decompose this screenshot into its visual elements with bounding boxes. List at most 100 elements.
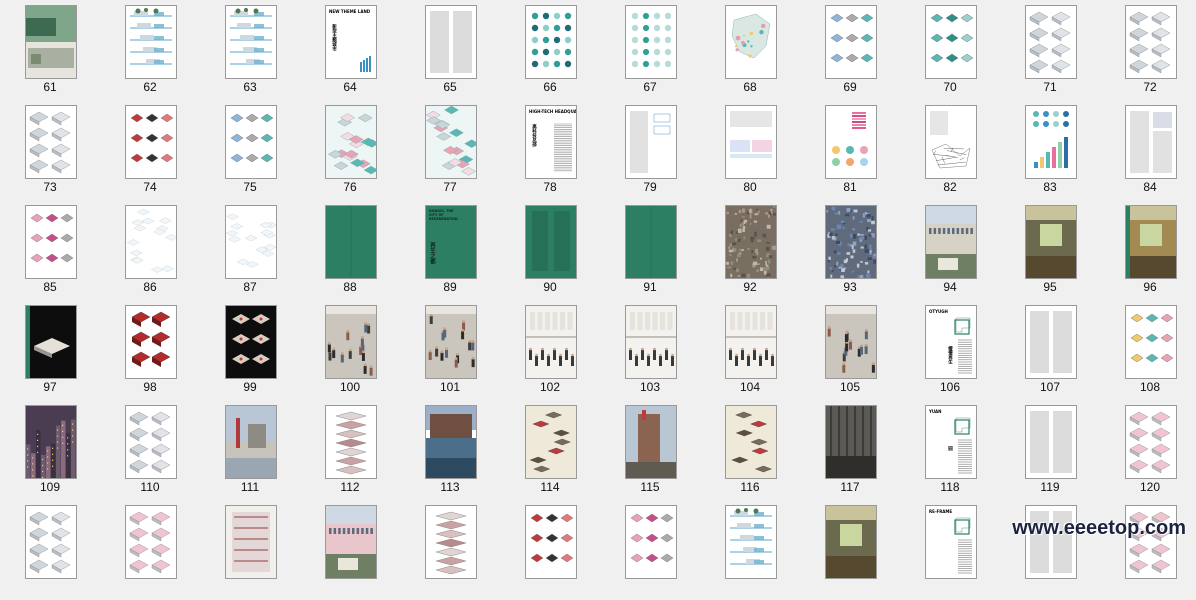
page-thumbnail[interactable]: 112 — [300, 400, 400, 500]
thumbnail-image[interactable] — [25, 105, 77, 179]
thumbnail-image[interactable] — [725, 505, 777, 579]
thumbnail-image[interactable] — [25, 405, 77, 479]
thumbnail-image[interactable] — [1025, 305, 1077, 379]
page-thumbnail[interactable]: 96 — [1100, 200, 1196, 300]
thumbnail-image[interactable] — [25, 5, 77, 79]
page-thumbnail[interactable]: YUAN园118 — [900, 400, 1000, 500]
thumbnail-image[interactable]: HIGH-TECH HEADQUARTERS高科技总部 — [525, 105, 577, 179]
page-thumbnail[interactable]: 88 — [300, 200, 400, 300]
thumbnail-image[interactable] — [525, 405, 577, 479]
page-thumbnail[interactable]: HIGH-TECH HEADQUARTERS高科技总部78 — [500, 100, 600, 200]
page-thumbnail[interactable]: 114 — [500, 400, 600, 500]
thumbnail-image[interactable] — [1125, 405, 1177, 479]
page-thumbnail[interactable] — [700, 500, 800, 600]
thumbnail-image[interactable] — [925, 5, 977, 79]
page-thumbnail[interactable]: 102 — [500, 300, 600, 400]
page-thumbnail[interactable]: 109 — [0, 400, 100, 500]
page-thumbnail[interactable]: 80 — [700, 100, 800, 200]
thumbnail-image[interactable] — [125, 105, 177, 179]
page-thumbnail[interactable] — [800, 500, 900, 600]
page-thumbnail[interactable]: 108 — [1100, 300, 1196, 400]
thumbnail-image[interactable] — [125, 505, 177, 579]
page-thumbnail[interactable]: 97 — [0, 300, 100, 400]
page-thumbnail[interactable]: 91 — [600, 200, 700, 300]
page-thumbnail[interactable]: 68 — [700, 0, 800, 100]
page-thumbnail[interactable]: 110 — [100, 400, 200, 500]
thumbnail-image[interactable] — [925, 205, 977, 279]
thumbnail-image[interactable] — [425, 105, 477, 179]
thumbnail-image[interactable] — [125, 405, 177, 479]
page-thumbnail[interactable]: 74 — [100, 100, 200, 200]
thumbnail-image[interactable] — [325, 305, 377, 379]
page-thumbnail[interactable]: 115 — [600, 400, 700, 500]
thumbnail-image[interactable] — [725, 105, 777, 179]
thumbnail-image[interactable] — [625, 305, 677, 379]
thumbnail-image[interactable] — [725, 205, 777, 279]
thumbnail-image[interactable] — [25, 305, 77, 379]
thumbnail-image[interactable] — [125, 205, 177, 279]
page-thumbnail[interactable]: 77 — [400, 100, 500, 200]
thumbnail-image[interactable] — [825, 105, 877, 179]
page-thumbnail[interactable]: 65 — [400, 0, 500, 100]
thumbnail-image[interactable] — [525, 5, 577, 79]
thumbnail-image[interactable] — [925, 105, 977, 179]
thumbnail-image[interactable] — [1125, 105, 1177, 179]
thumbnail-image[interactable]: OTYUGH缓慢再生 — [925, 305, 977, 379]
thumbnail-image[interactable] — [1125, 205, 1177, 279]
thumbnail-image[interactable] — [225, 305, 277, 379]
page-thumbnail[interactable]: RE-FRAME — [900, 500, 1000, 600]
page-thumbnail[interactable]: 84 — [1100, 100, 1196, 200]
page-thumbnail[interactable]: 70 — [900, 0, 1000, 100]
page-thumbnail[interactable]: 92 — [700, 200, 800, 300]
thumbnail-image[interactable] — [25, 205, 77, 279]
thumbnail-image[interactable] — [625, 505, 677, 579]
thumbnail-image[interactable] — [225, 5, 277, 79]
thumbnail-image[interactable] — [25, 505, 77, 579]
thumbnail-image[interactable] — [625, 5, 677, 79]
thumbnail-image[interactable] — [825, 205, 877, 279]
page-thumbnail[interactable]: 93 — [800, 200, 900, 300]
page-thumbnail[interactable]: 95 — [1000, 200, 1100, 300]
thumbnail-image[interactable] — [425, 505, 477, 579]
page-thumbnail[interactable]: 120 — [1100, 400, 1196, 500]
thumbnail-image[interactable] — [225, 505, 277, 579]
page-thumbnail[interactable]: OTYUGH缓慢再生106 — [900, 300, 1000, 400]
page-thumbnail[interactable]: 117 — [800, 400, 900, 500]
page-thumbnail[interactable] — [0, 500, 100, 600]
thumbnail-image[interactable] — [625, 105, 677, 179]
page-thumbnail[interactable] — [300, 500, 400, 600]
page-thumbnail[interactable]: 85 — [0, 200, 100, 300]
thumbnail-image[interactable] — [125, 305, 177, 379]
thumbnail-image[interactable] — [825, 305, 877, 379]
page-thumbnail[interactable]: 66 — [500, 0, 600, 100]
page-thumbnail[interactable] — [200, 500, 300, 600]
page-thumbnail[interactable]: 113 — [400, 400, 500, 500]
thumbnail-image[interactable] — [525, 205, 577, 279]
thumbnail-image[interactable] — [1025, 5, 1077, 79]
page-thumbnail[interactable]: 116 — [700, 400, 800, 500]
page-thumbnail[interactable]: 73 — [0, 100, 100, 200]
page-thumbnail[interactable] — [100, 500, 200, 600]
page-thumbnail[interactable]: 72 — [1100, 0, 1196, 100]
page-thumbnail[interactable]: 119 — [1000, 400, 1100, 500]
page-thumbnail[interactable]: 81 — [800, 100, 900, 200]
thumbnail-image[interactable] — [525, 505, 577, 579]
page-thumbnail[interactable]: 63 — [200, 0, 300, 100]
page-thumbnail[interactable]: 86 — [100, 200, 200, 300]
page-thumbnail[interactable]: 98 — [100, 300, 200, 400]
page-thumbnail[interactable]: 107 — [1000, 300, 1100, 400]
page-thumbnail[interactable]: 100 — [300, 300, 400, 400]
page-thumbnail[interactable]: 87 — [200, 200, 300, 300]
thumbnail-image[interactable] — [125, 5, 177, 79]
thumbnail-image[interactable] — [1125, 5, 1177, 79]
page-thumbnail[interactable]: 103 — [600, 300, 700, 400]
thumbnail-image[interactable] — [425, 405, 477, 479]
page-thumbnail[interactable]: 67 — [600, 0, 700, 100]
thumbnail-image[interactable] — [225, 105, 277, 179]
page-thumbnail[interactable]: 101 — [400, 300, 500, 400]
thumbnail-image[interactable]: DONGXI, THECITY OFREGENERATION再生之都 — [425, 205, 477, 279]
page-thumbnail[interactable]: 104 — [700, 300, 800, 400]
page-thumbnail[interactable]: 90 — [500, 200, 600, 300]
thumbnail-image[interactable] — [1125, 305, 1177, 379]
page-thumbnail[interactable]: 75 — [200, 100, 300, 200]
